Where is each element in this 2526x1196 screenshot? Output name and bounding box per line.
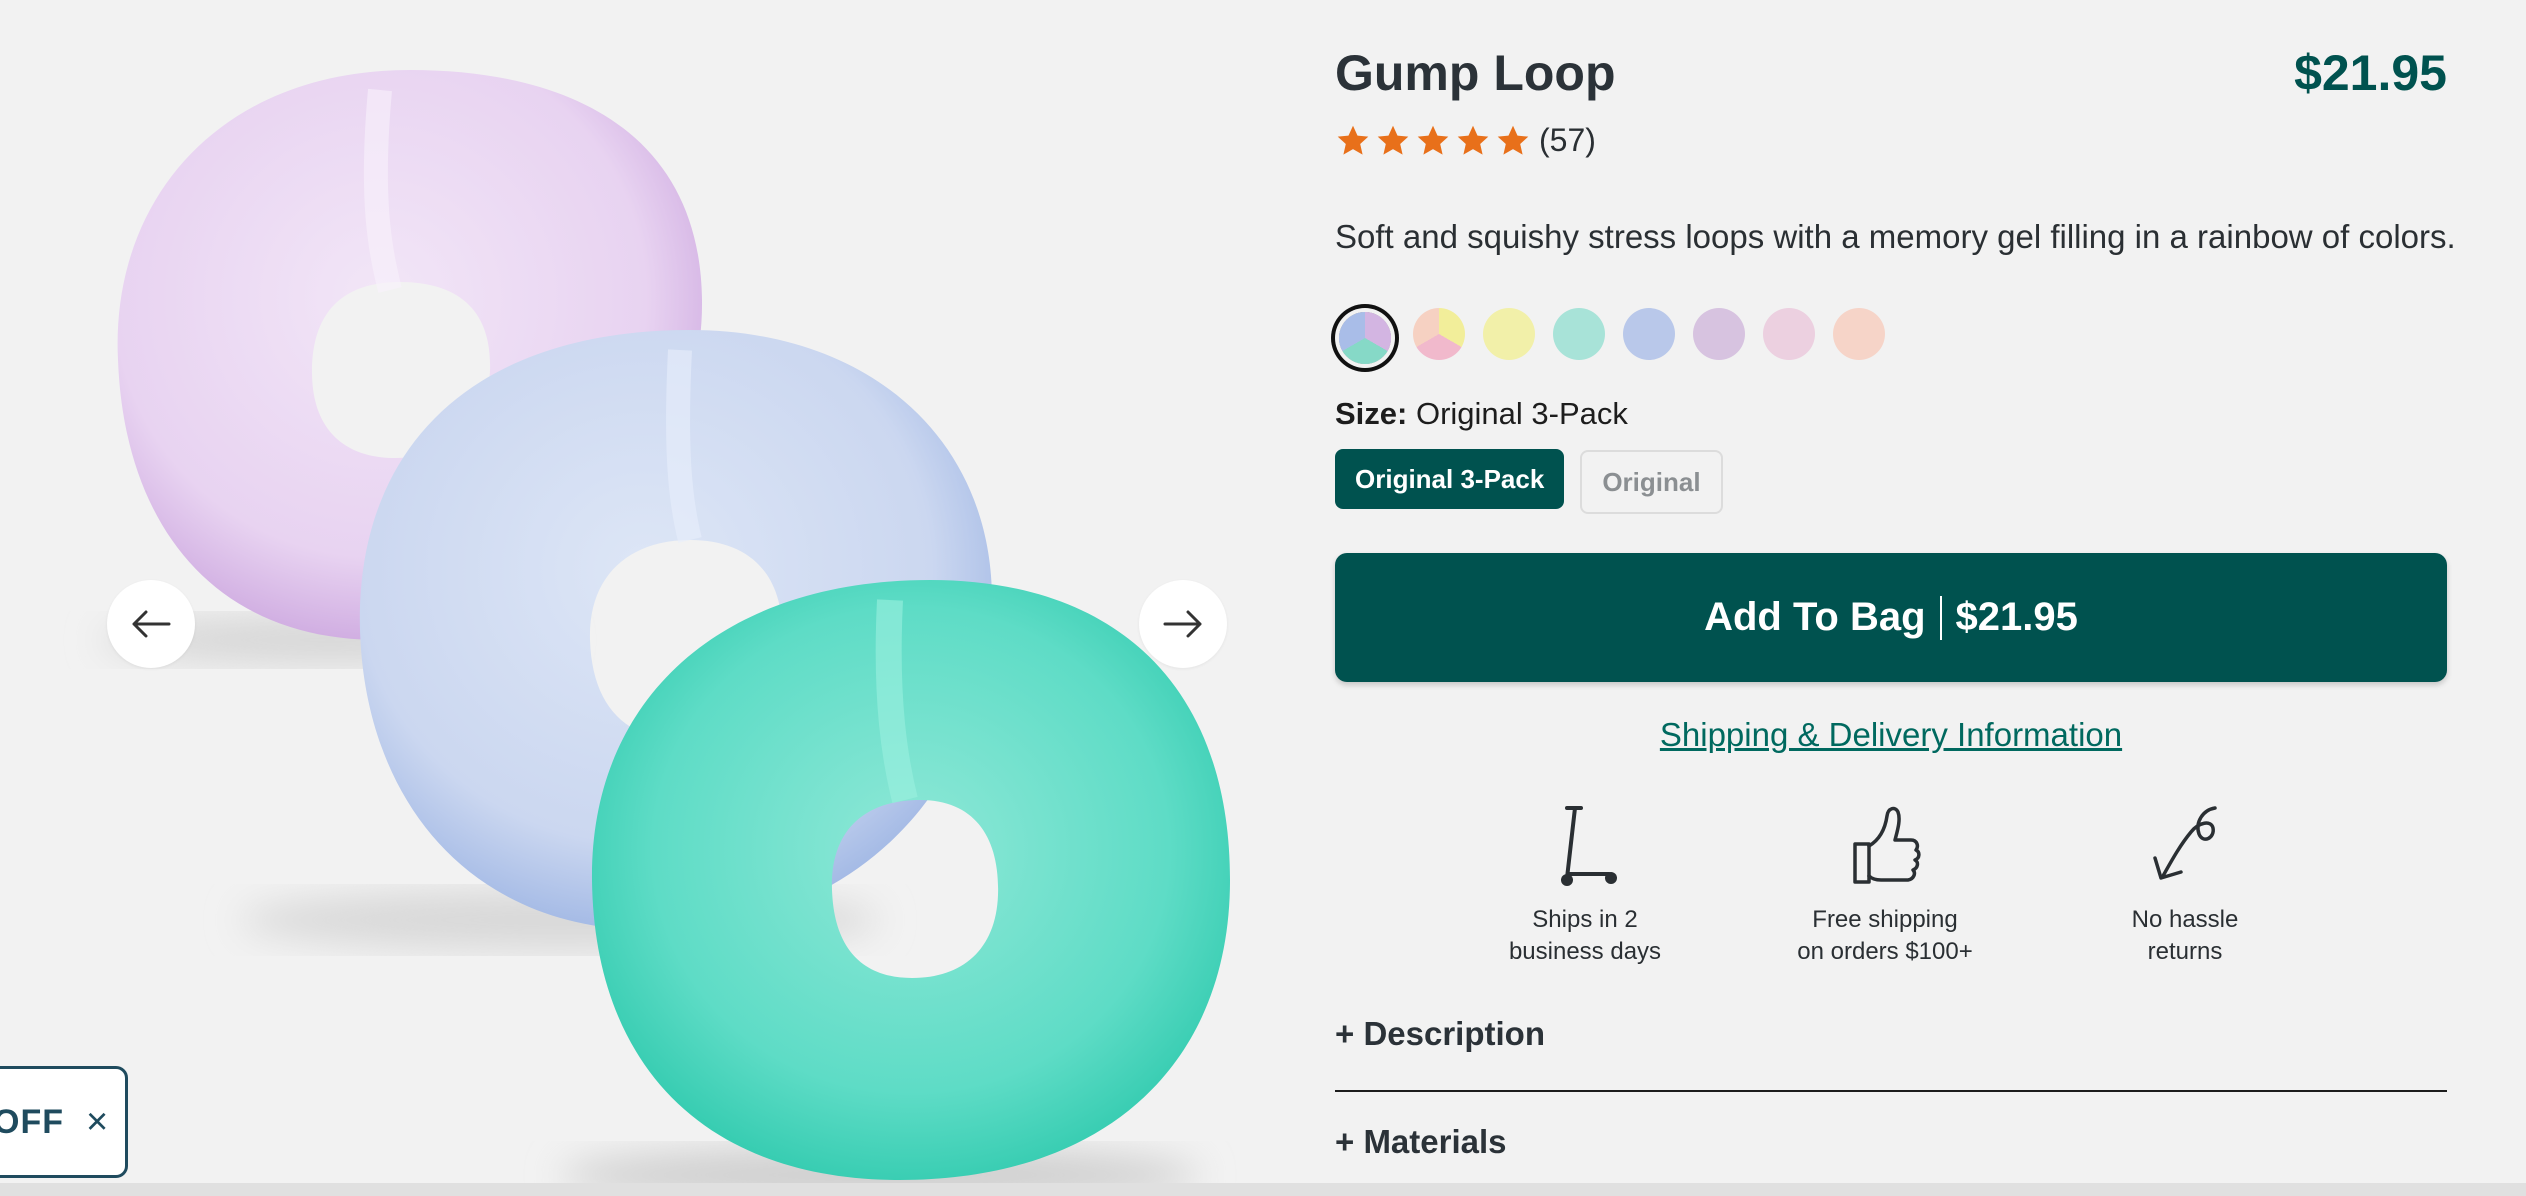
product-price: $21.95: [2294, 45, 2447, 101]
star-icon: [1457, 125, 1489, 155]
close-icon[interactable]: ×: [86, 1103, 108, 1141]
size-label: Size:: [1335, 396, 1408, 431]
feature-shipping-time: Ships in 2 business days: [1485, 800, 1685, 968]
accordion-description-title[interactable]: + Description: [1335, 1015, 1545, 1052]
swatch-multi-pastel[interactable]: [1339, 312, 1391, 364]
feature-returns: No hassle returns: [2085, 800, 2285, 968]
accordion-description[interactable]: + Description: [1335, 1015, 2447, 1092]
swatch-purple[interactable]: [1693, 308, 1745, 360]
shipping-delivery-link[interactable]: Shipping & Delivery Information: [1335, 716, 2447, 754]
swatch-pink[interactable]: [1763, 308, 1815, 360]
size-value: Original 3-Pack: [1415, 396, 1628, 431]
product-description: Soft and squishy stress loops with a mem…: [1335, 218, 2456, 255]
swatch-pink-yellow[interactable]: [1413, 308, 1465, 360]
promo-popup-tab[interactable]: OFF ×: [0, 1066, 128, 1178]
feature-line2: returns: [2147, 938, 2223, 965]
accordion-materials-title[interactable]: + Materials: [1335, 1123, 1507, 1160]
feature-line1: Free shipping: [1812, 906, 1958, 933]
bottom-edge-shadow: [0, 1183, 2526, 1196]
feature-line1: Ships in 2: [1532, 906, 1638, 933]
product-info-panel: Gump Loop $21.95 (57) Soft and squishy s…: [1335, 0, 2456, 1196]
feature-highlights: Ships in 2 business days Free shipping o…: [1485, 800, 2285, 990]
feature-line2: on orders $100+: [1797, 938, 1973, 965]
scooter-icon: [1561, 806, 1617, 886]
swatch-teal[interactable]: [1553, 308, 1605, 360]
size-label-row: Size: Original 3-Pack: [1335, 396, 1628, 432]
product-rating[interactable]: (57): [1335, 122, 1596, 159]
accordion-materials[interactable]: + Materials: [1335, 1123, 2447, 1161]
size-option-original[interactable]: Original: [1580, 450, 1723, 514]
star-icon: [1377, 125, 1409, 155]
star-icon: [1337, 125, 1369, 155]
add-to-bag-price: $21.95: [1955, 595, 2078, 639]
thumbs-up-icon: [1853, 806, 1921, 884]
add-to-bag-button[interactable]: Add To Bag $21.95: [1335, 553, 2447, 682]
swatch-yellow[interactable]: [1483, 308, 1535, 360]
add-to-bag-label: Add To Bag: [1704, 595, 1926, 639]
feature-line1: No hassle: [2131, 906, 2239, 933]
size-option-original-3-pack[interactable]: Original 3-Pack: [1335, 449, 1565, 509]
arrow-left-icon: [132, 610, 171, 638]
feature-free-shipping: Free shipping on orders $100+: [1785, 800, 1985, 968]
star-icon: [1497, 125, 1529, 155]
product-gallery: OFF ×: [0, 0, 1250, 1196]
product-image: [100, 70, 1230, 1196]
swatch-peach[interactable]: [1833, 308, 1885, 360]
promo-text[interactable]: OFF: [0, 1103, 64, 1142]
return-arrow-icon: [2153, 806, 2217, 880]
star-rating: [1335, 123, 1531, 159]
review-count[interactable]: (57): [1539, 122, 1596, 159]
button-divider: [1939, 595, 1942, 640]
gallery-next-button[interactable]: [1139, 580, 1227, 668]
size-options: Original 3-Pack Original: [1335, 449, 1723, 514]
swatch-blue[interactable]: [1623, 308, 1675, 360]
star-icon: [1417, 125, 1449, 155]
product-title: Gump Loop: [1335, 45, 1616, 101]
feature-line2: business days: [1508, 938, 1662, 965]
color-swatches: [1335, 308, 1885, 368]
arrow-right-icon: [1163, 610, 1202, 638]
gallery-prev-button[interactable]: [107, 580, 195, 668]
